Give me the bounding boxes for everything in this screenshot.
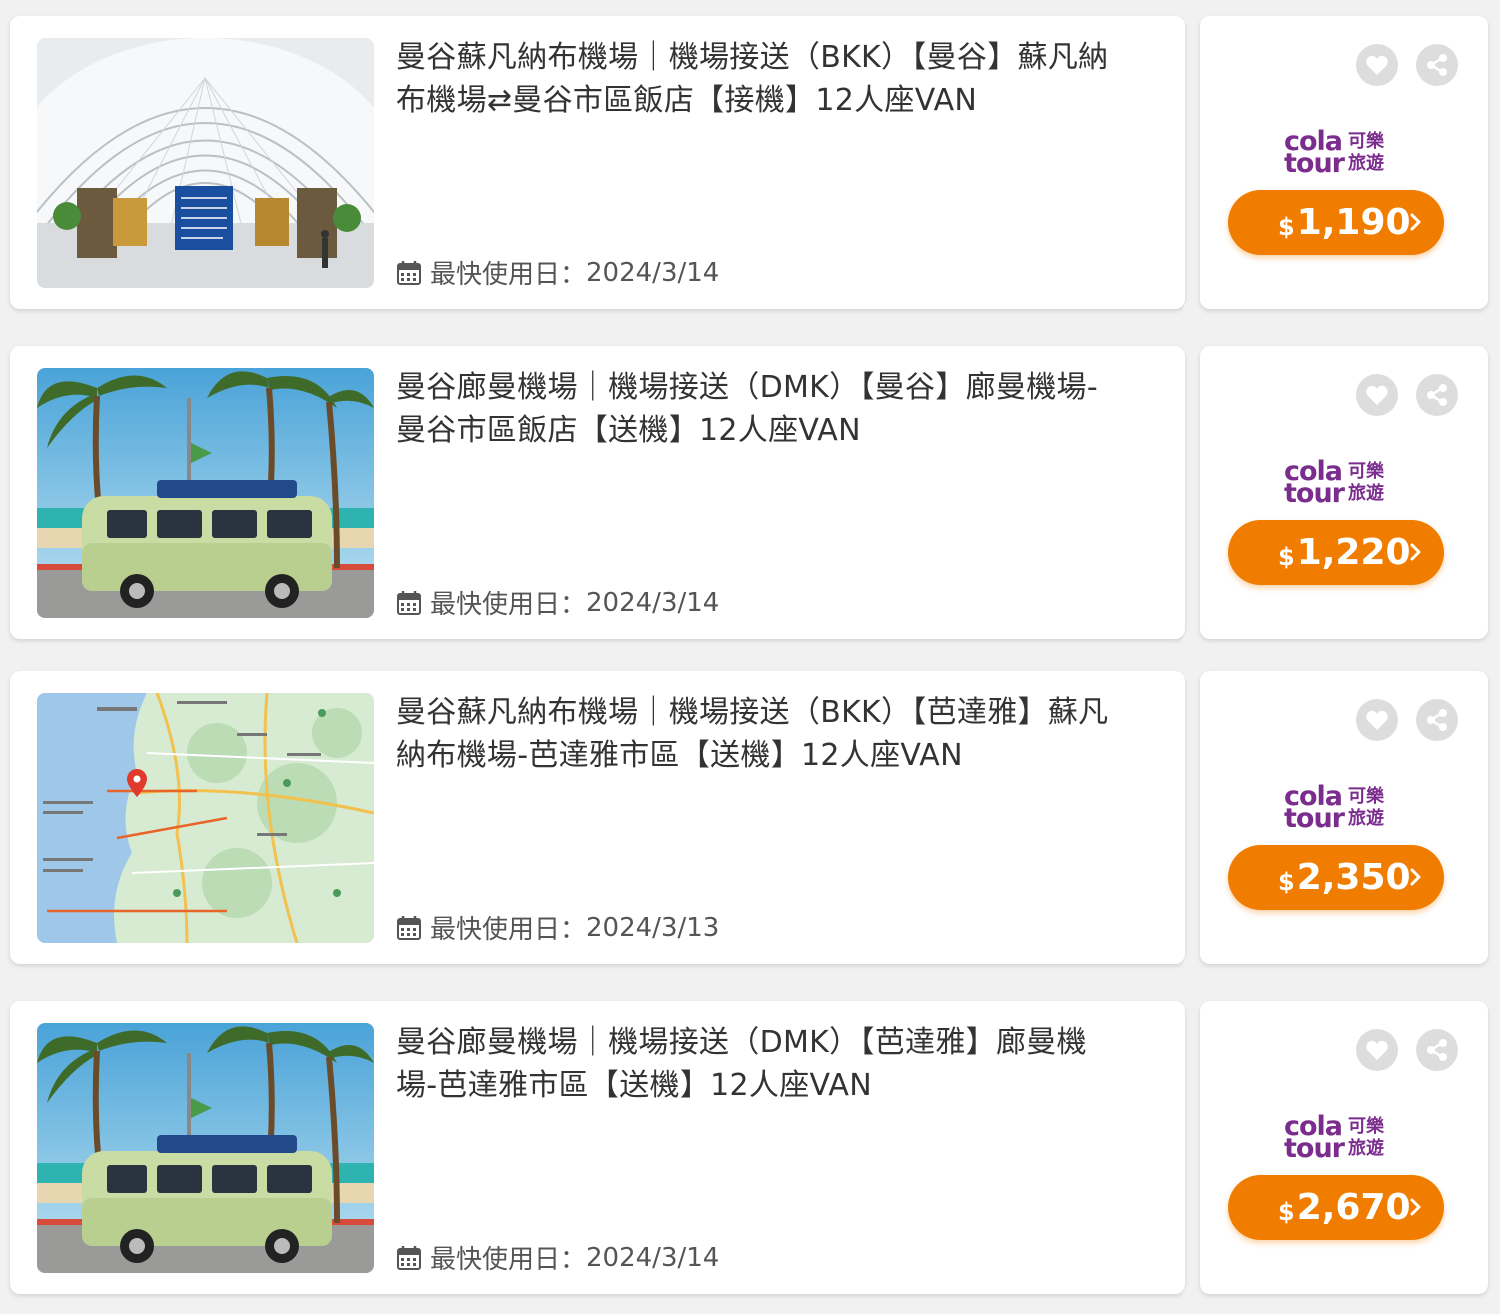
price-currency: $: [1278, 867, 1295, 896]
price-button[interactable]: $ 1,190: [1228, 190, 1444, 255]
product-thumbnail[interactable]: [37, 693, 374, 943]
heart-icon: [1366, 710, 1388, 730]
earliest-date: 最快使用日： 2024/3/14: [396, 584, 719, 621]
heart-icon: [1366, 1040, 1388, 1060]
logo-text: 旅遊: [1348, 153, 1384, 174]
favorite-button[interactable]: [1356, 1029, 1398, 1071]
cola-tour-logo: cola tour 可樂 旅遊: [1284, 128, 1394, 178]
share-button[interactable]: [1416, 699, 1458, 741]
chevron-right-icon: [1410, 543, 1421, 561]
heart-icon: [1366, 55, 1388, 75]
date-label: 最快使用日：: [430, 1245, 587, 1275]
chevron-right-icon: [1410, 213, 1421, 231]
pattaya-map-image: [37, 693, 374, 943]
airport-terminal-photo: [37, 38, 374, 288]
share-icon: [1427, 709, 1447, 731]
cola-tour-logo: cola tour 可樂 旅遊: [1284, 458, 1394, 508]
price-currency: $: [1278, 212, 1295, 241]
logo-text: 旅遊: [1348, 808, 1384, 829]
logo-text: 可樂: [1348, 1116, 1384, 1137]
logo-text: 可樂: [1348, 786, 1384, 807]
date-label: 最快使用日：: [430, 260, 587, 290]
heart-icon: [1366, 385, 1388, 405]
cola-tour-logo: cola tour 可樂 旅遊: [1284, 1113, 1394, 1163]
logo-text: 可樂: [1348, 131, 1384, 152]
price-button[interactable]: $ 2,670: [1228, 1175, 1444, 1240]
calendar-icon: [397, 260, 421, 285]
price-amount: 2,670: [1296, 1187, 1411, 1228]
price-currency: $: [1278, 1197, 1295, 1226]
product-title[interactable]: 曼谷蘇凡納布機場｜機場接送（BKK）【芭達雅】蘇凡納布機場-芭達雅市區【送機】1…: [396, 691, 1126, 777]
product-thumbnail[interactable]: [37, 38, 374, 288]
logo-text: tour: [1284, 148, 1345, 179]
price-button[interactable]: $ 1,220: [1228, 520, 1444, 585]
price-button[interactable]: $ 2,350: [1228, 845, 1444, 910]
product-card-main[interactable]: 曼谷蘇凡納布機場｜機場接送（BKK）【芭達雅】蘇凡納布機場-芭達雅市區【送機】1…: [10, 671, 1185, 964]
chevron-right-icon: [1410, 1198, 1421, 1216]
share-button[interactable]: [1416, 44, 1458, 86]
cola-tour-logo: cola tour 可樂 旅遊: [1284, 783, 1394, 833]
product-card[interactable]: 曼谷蘇凡納布機場｜機場接送（BKK）【芭達雅】蘇凡納布機場-芭達雅市區【送機】1…: [10, 659, 1488, 976]
date-value: 2024/3/14: [586, 1242, 720, 1273]
product-list: 曼谷蘇凡納布機場｜機場接送（BKK）【曼谷】蘇凡納布機場⇄曼谷市區飯店【接機】1…: [0, 0, 1500, 1314]
product-card-side: cola tour 可樂 旅遊 $ 1,220: [1200, 346, 1488, 639]
earliest-date: 最快使用日： 2024/3/14: [396, 1239, 719, 1276]
product-card-side: cola tour 可樂 旅遊 $ 2,670: [1200, 1001, 1488, 1294]
chevron-right-icon: [1410, 868, 1421, 886]
product-card-main[interactable]: 曼谷廊曼機場｜機場接送（DMK）【曼谷】廊曼機場-曼谷市區飯店【送機】12人座V…: [10, 346, 1185, 639]
date-value: 2024/3/13: [586, 912, 720, 943]
product-card[interactable]: 曼谷廊曼機場｜機場接送（DMK）【芭達雅】廊曼機場-芭達雅市區【送機】12人座V…: [10, 989, 1488, 1306]
share-button[interactable]: [1416, 1029, 1458, 1071]
product-title[interactable]: 曼谷廊曼機場｜機場接送（DMK）【芭達雅】廊曼機場-芭達雅市區【送機】12人座V…: [396, 1021, 1126, 1107]
logo-text: 旅遊: [1348, 1138, 1384, 1159]
calendar-icon: [397, 1245, 421, 1270]
earliest-date: 最快使用日： 2024/3/14: [396, 254, 719, 291]
date-value: 2024/3/14: [586, 587, 720, 618]
earliest-date: 最快使用日： 2024/3/13: [396, 909, 719, 946]
product-card[interactable]: 曼谷蘇凡納布機場｜機場接送（BKK）【曼谷】蘇凡納布機場⇄曼谷市區飯店【接機】1…: [10, 4, 1488, 321]
logo-text: tour: [1284, 478, 1345, 509]
logo-text: 旅遊: [1348, 483, 1384, 504]
product-thumbnail[interactable]: [37, 368, 374, 618]
product-title[interactable]: 曼谷蘇凡納布機場｜機場接送（BKK）【曼谷】蘇凡納布機場⇄曼谷市區飯店【接機】1…: [396, 36, 1126, 122]
product-title[interactable]: 曼谷廊曼機場｜機場接送（DMK）【曼谷】廊曼機場-曼谷市區飯店【送機】12人座V…: [396, 366, 1126, 452]
date-label: 最快使用日：: [430, 915, 587, 945]
date-label: 最快使用日：: [430, 590, 587, 620]
product-thumbnail[interactable]: [37, 1023, 374, 1273]
calendar-icon: [397, 590, 421, 615]
share-icon: [1427, 384, 1447, 406]
logo-text: tour: [1284, 803, 1345, 834]
product-card-main[interactable]: 曼谷蘇凡納布機場｜機場接送（BKK）【曼谷】蘇凡納布機場⇄曼谷市區飯店【接機】1…: [10, 16, 1185, 309]
date-value: 2024/3/14: [586, 257, 720, 288]
share-button[interactable]: [1416, 374, 1458, 416]
calendar-icon: [397, 915, 421, 940]
product-card-side: cola tour 可樂 旅遊 $ 2,350: [1200, 671, 1488, 964]
share-icon: [1427, 1039, 1447, 1061]
beach-van-photo: [37, 368, 374, 618]
beach-van-photo: [37, 1023, 374, 1273]
price-amount: 1,190: [1296, 202, 1411, 243]
share-icon: [1427, 54, 1447, 76]
favorite-button[interactable]: [1356, 699, 1398, 741]
price-currency: $: [1278, 542, 1295, 571]
logo-text: 可樂: [1348, 461, 1384, 482]
favorite-button[interactable]: [1356, 44, 1398, 86]
product-card-side: cola tour 可樂 旅遊 $ 1,190: [1200, 16, 1488, 309]
price-amount: 2,350: [1296, 857, 1411, 898]
product-card-main[interactable]: 曼谷廊曼機場｜機場接送（DMK）【芭達雅】廊曼機場-芭達雅市區【送機】12人座V…: [10, 1001, 1185, 1294]
logo-text: tour: [1284, 1133, 1345, 1164]
favorite-button[interactable]: [1356, 374, 1398, 416]
product-card[interactable]: 曼谷廊曼機場｜機場接送（DMK）【曼谷】廊曼機場-曼谷市區飯店【送機】12人座V…: [10, 334, 1488, 651]
price-amount: 1,220: [1296, 532, 1411, 573]
